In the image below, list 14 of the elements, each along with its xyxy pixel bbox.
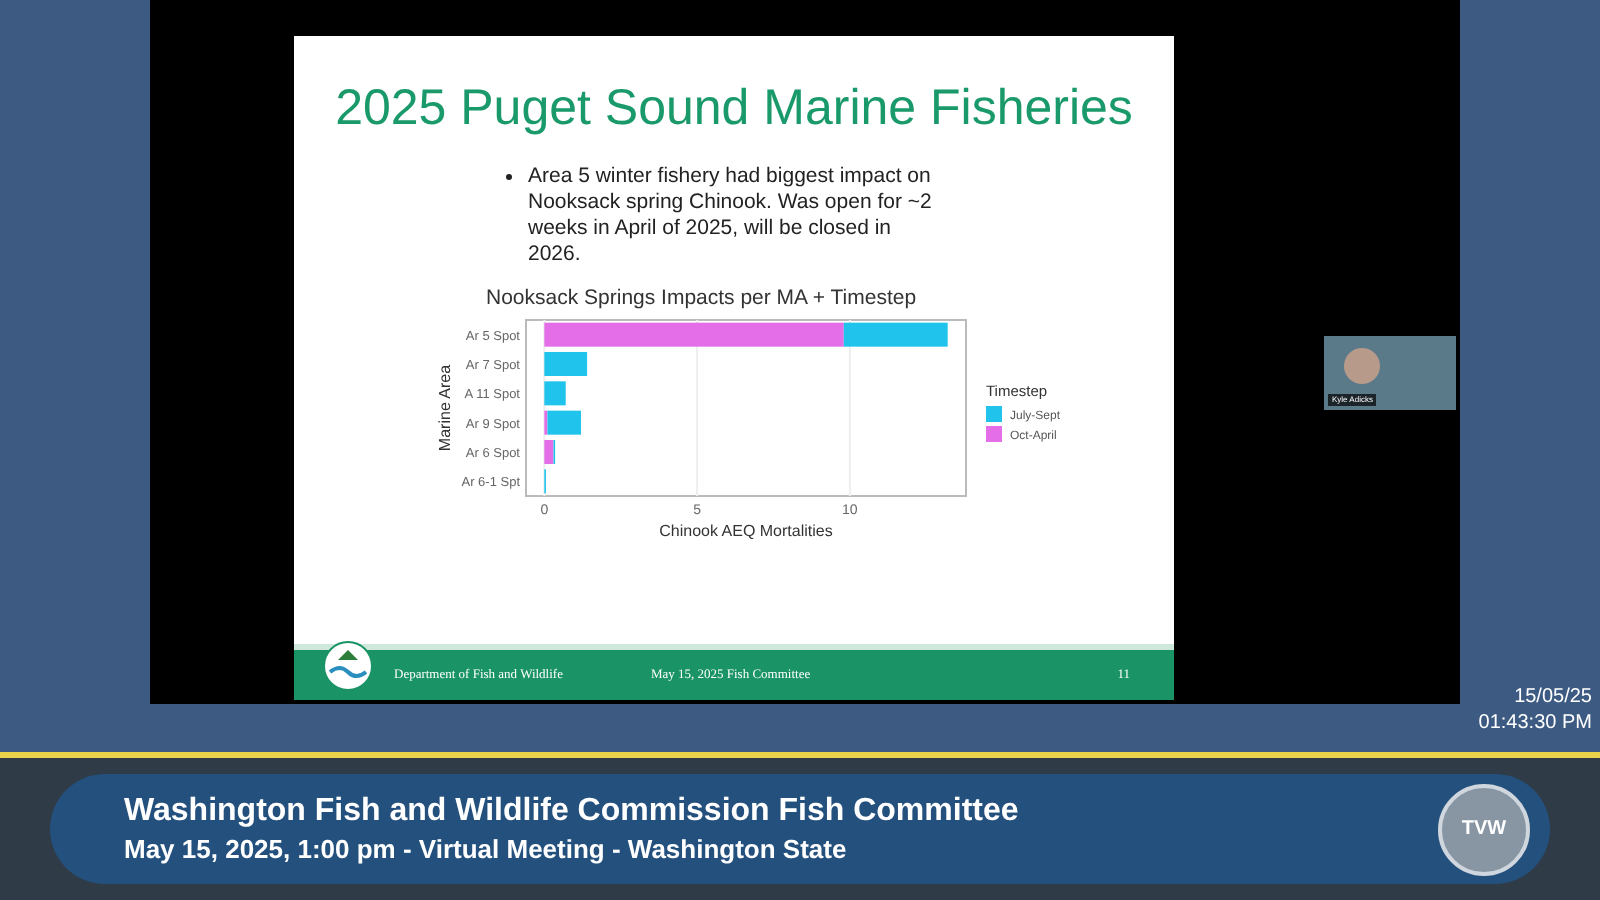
tvw-logo: TVW	[1438, 783, 1530, 875]
x-axis-label: Chinook AEQ Mortalities	[659, 522, 833, 540]
banner-title: Washington Fish and Wildlife Commission Fish Committee	[124, 791, 1021, 831]
bar	[544, 381, 566, 406]
bullet-icon	[506, 174, 512, 180]
y-axis-label: Marine Area	[436, 364, 454, 452]
bar	[544, 352, 588, 376]
chart-title: Nooksack Springs Impacts per MA + Timestep	[486, 286, 917, 310]
timestamp-time: 01:43:30 PM	[1478, 710, 1592, 736]
banner-subtitle: May 15, 2025, 1:00 pm - Virtual Meeting - Washington State	[124, 831, 849, 867]
bullet-text: Area 5 winter fishery had biggest impact on Nooksack spring Chinook. Was open for ~2 weeks in April of 2025, will be closed in 2026.	[528, 164, 934, 268]
timestamp-date: 15/05/25	[1514, 684, 1592, 710]
person-silhouette-icon	[1344, 348, 1380, 384]
slide-title: 2025 Puget Sound Marine Fisheries	[335, 78, 1133, 140]
